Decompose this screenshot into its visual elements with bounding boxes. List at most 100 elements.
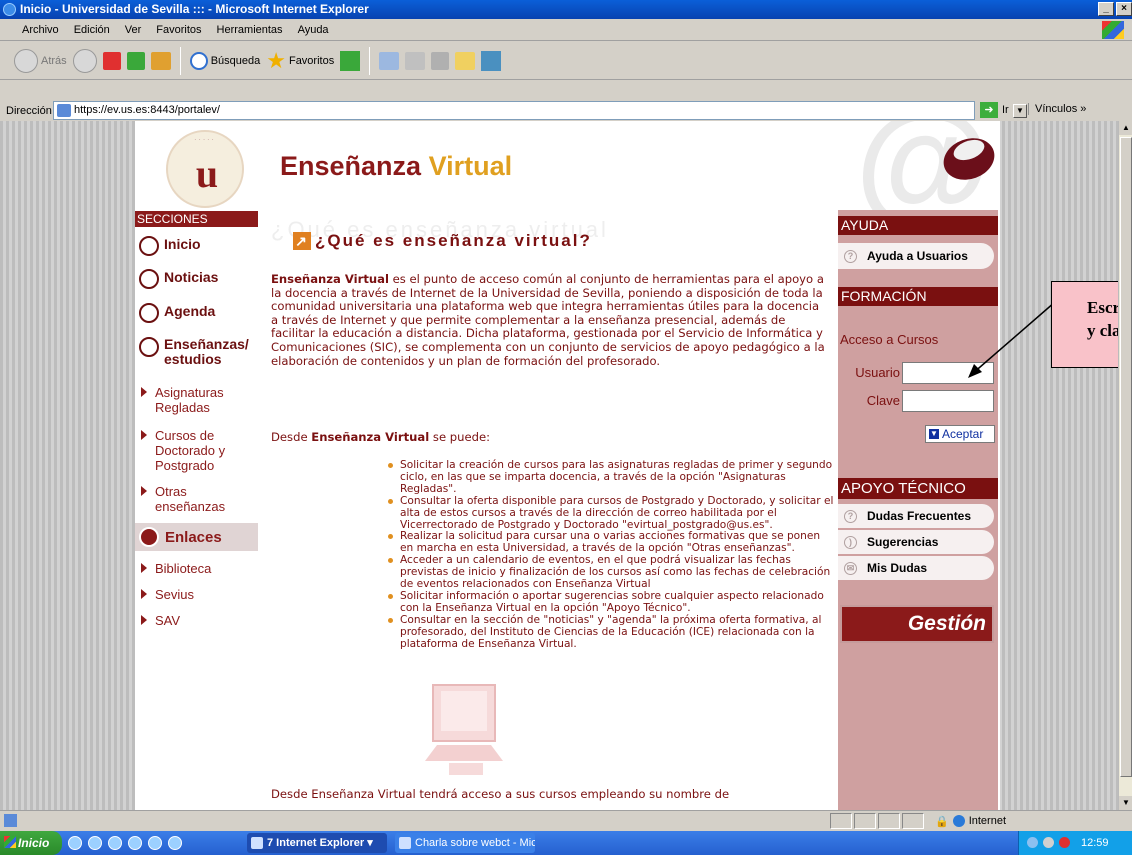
my-questions-button[interactable]: ✉ Mis Dudas [838, 556, 994, 580]
question-icon: ? [844, 509, 857, 523]
favorites-label: Favoritos [288, 54, 335, 67]
toolbar: Atrás Búsqueda ★ Favoritos [0, 42, 1132, 80]
volume-icon[interactable] [1043, 837, 1054, 848]
outlook-quicklaunch-icon[interactable] [88, 836, 102, 850]
status-bar: 🔒 Internet [0, 810, 1132, 830]
address-dropdown-button[interactable]: ▼ [1013, 104, 1027, 118]
accept-button[interactable]: ▼ Aceptar [925, 425, 995, 443]
nav-inicio[interactable]: Inicio [139, 236, 201, 256]
menu-edicion[interactable]: Edición [74, 24, 110, 36]
nav-sevius[interactable]: Sevius [141, 587, 194, 602]
status-cell [902, 813, 924, 829]
star-icon: ★ [266, 47, 286, 73]
taskbar-word-doc[interactable]: Charla sobre webct - Mic... [395, 833, 535, 853]
menu-favoritos[interactable]: Favoritos [156, 24, 201, 36]
folder-icon[interactable] [455, 51, 476, 70]
start-button[interactable]: Inicio [0, 831, 62, 855]
password-input[interactable] [902, 390, 994, 412]
mail-icon[interactable] [379, 51, 400, 70]
links-circle-icon [139, 527, 159, 547]
home-icon[interactable] [150, 51, 171, 70]
vertical-scrollbar[interactable]: ▲ ▼ [1118, 121, 1132, 810]
triangle-icon [141, 387, 147, 397]
mail-icon: ✉ [844, 561, 857, 575]
nav-asignaturas[interactable]: Asignaturas Regladas [141, 385, 256, 415]
lock-icon: 🔒 [935, 815, 949, 828]
status-cell [854, 813, 876, 829]
nav-biblioteca[interactable]: Biblioteca [141, 561, 211, 576]
messenger-quicklaunch-icon[interactable] [148, 836, 162, 850]
nav-otras-ensenanzas-label: Otras enseñanzas [155, 484, 226, 514]
menu-archivo[interactable]: Archivo [22, 24, 59, 36]
refresh-icon[interactable] [126, 51, 145, 70]
links-button[interactable]: Vínculos » [1028, 103, 1086, 115]
course-access-label: Acceso a Cursos [840, 332, 939, 347]
network-icon[interactable] [1027, 837, 1038, 848]
suggestions-label: Sugerencias [867, 535, 939, 549]
nav-ensenanzas[interactable]: Enseñanzas/ estudios [139, 337, 259, 367]
window-title-bar[interactable]: Inicio - Universidad de Sevilla ::: - Mi… [0, 0, 1132, 19]
password-label: Clave [866, 393, 900, 408]
intro-bold: Enseñanza Virtual [271, 272, 389, 286]
window-controls: _ × [1098, 2, 1132, 16]
faq-button[interactable]: ? Dudas Frecuentes [838, 504, 994, 528]
management-button[interactable]: Gestión [840, 605, 994, 643]
feature-list: Solicitar la creación de cursos para las… [386, 459, 836, 651]
menu-ayuda[interactable]: Ayuda [298, 24, 329, 36]
go-button[interactable]: ➜ Ir [980, 102, 1009, 118]
taskbar-word-label: Charla sobre webct - Mic... [415, 837, 535, 849]
security-icon[interactable] [1059, 837, 1070, 848]
scroll-thumb[interactable] [1120, 137, 1132, 777]
history-icon[interactable] [340, 50, 361, 71]
triangle-icon [141, 430, 147, 440]
accept-label: Aceptar [942, 427, 984, 441]
search-button[interactable]: Búsqueda [189, 51, 260, 70]
messenger-icon[interactable] [481, 50, 502, 71]
address-input[interactable]: https://ev.us.es:8443/portalev/ ▼ [53, 101, 1027, 120]
scroll-down-button[interactable]: ▼ [1119, 796, 1132, 810]
page-status-icon [4, 814, 17, 827]
back-button[interactable]: Atrás [14, 48, 67, 73]
print-icon[interactable] [405, 51, 426, 70]
nav-ensenanzas-label: Enseñanzas/ estudios [164, 336, 249, 367]
nav-cursos-doctorado[interactable]: Cursos de Doctorado y Postgrado [141, 428, 256, 473]
suggestions-button[interactable]: ) Sugerencias [838, 530, 994, 554]
nav-agenda[interactable]: Agenda [139, 303, 215, 323]
university-logo[interactable]: ····· u [166, 130, 244, 208]
close-button[interactable]: × [1116, 2, 1132, 16]
nav-otras-ensenanzas[interactable]: Otras enseñanzas [141, 484, 256, 514]
address-label: Dirección [6, 105, 52, 117]
favorites-button[interactable]: ★ Favoritos [266, 48, 334, 74]
ear-icon: ) [844, 535, 857, 549]
page-icon [57, 104, 71, 117]
page-heading-text: ¿Qué es enseñanza virtual? [315, 231, 592, 250]
site-title-part1: Enseñanza [280, 151, 422, 181]
nav-cursos-doctorado-label: Cursos de Doctorado y Postgrado [155, 428, 226, 473]
site-title-part2: Virtual [428, 151, 513, 181]
question-icon: ? [844, 249, 857, 263]
computer-illustration [425, 684, 503, 775]
logo-ring-text: ····· [194, 136, 216, 144]
forward-button[interactable] [72, 48, 97, 73]
nav-inicio-label: Inicio [164, 236, 201, 252]
nav-noticias[interactable]: Noticias [139, 269, 218, 289]
app-quicklaunch-icon[interactable] [168, 836, 182, 850]
edit-icon[interactable] [431, 51, 450, 70]
stop-icon[interactable] [102, 51, 121, 70]
menu-herramientas[interactable]: Herramientas [217, 24, 283, 36]
list-item: Acceder a un calendario de eventos, en e… [386, 554, 836, 591]
media-quicklaunch-icon[interactable] [128, 836, 142, 850]
taskbar-ie-group[interactable]: 7 Internet Explorer ▾ [247, 833, 387, 853]
desktop-quicklaunch-icon[interactable] [108, 836, 122, 850]
menu-ver[interactable]: Ver [125, 24, 142, 36]
nav-asignaturas-label: Asignaturas Regladas [155, 385, 224, 415]
user-help-button[interactable]: ? Ayuda a Usuarios [838, 243, 994, 269]
triangle-icon [141, 615, 147, 625]
scroll-up-button[interactable]: ▲ [1119, 121, 1132, 135]
nav-sav[interactable]: SAV [141, 613, 180, 628]
ie-quicklaunch-icon[interactable] [68, 836, 82, 850]
logo-letter: u [195, 151, 219, 196]
minimize-button[interactable]: _ [1098, 2, 1114, 16]
desde-post: se puede: [429, 430, 491, 444]
window-title: Inicio - Universidad de Sevilla ::: - Mi… [20, 2, 369, 16]
